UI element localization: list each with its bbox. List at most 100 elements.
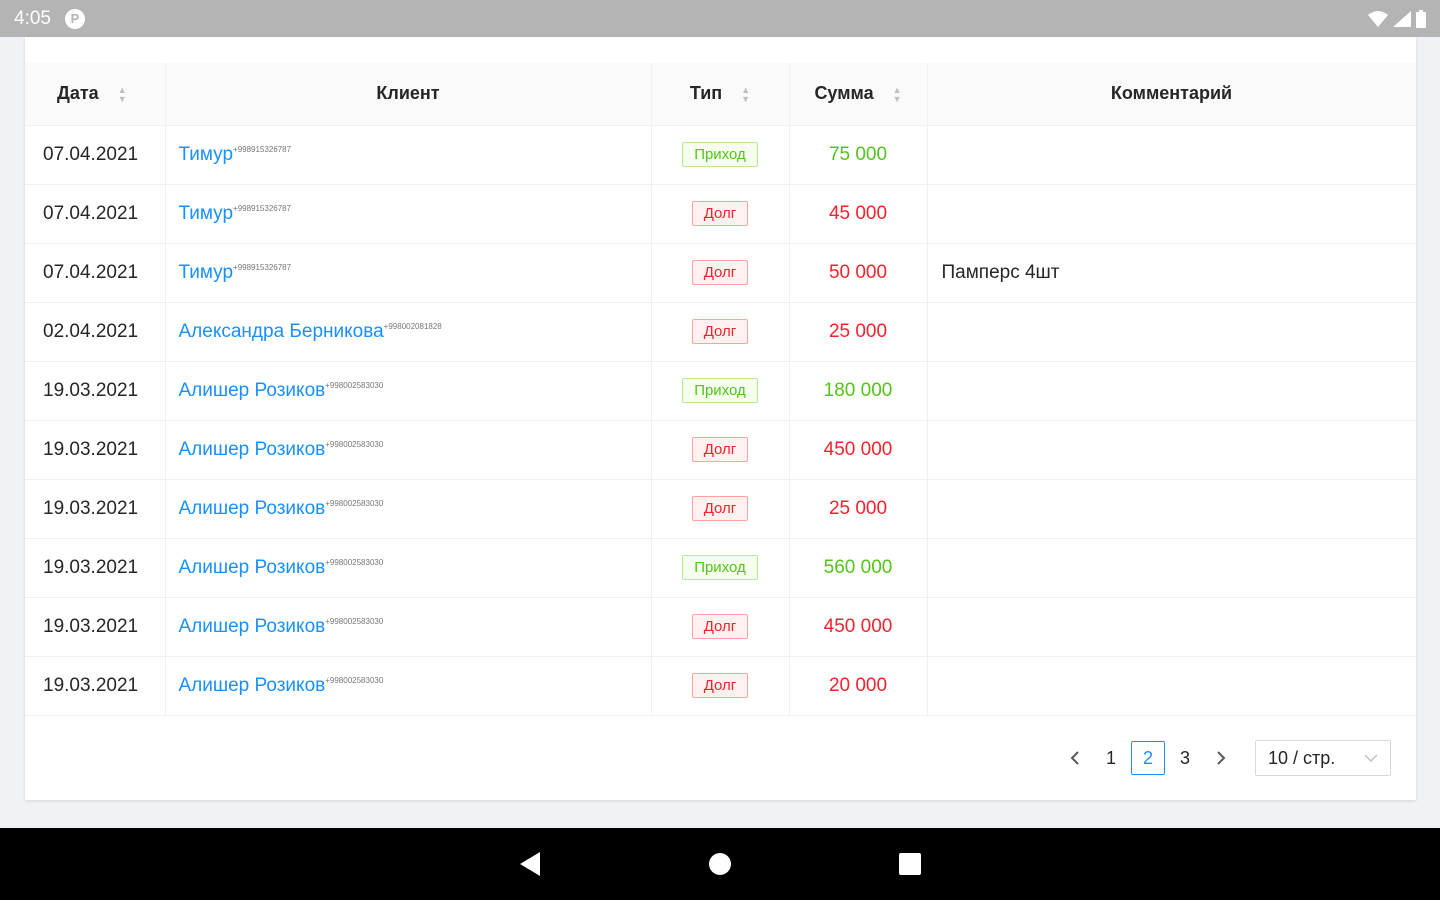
cell-date: 07.04.2021 xyxy=(25,243,165,303)
client-link[interactable]: Алишер Розиков xyxy=(179,616,326,637)
cell-client: Тимур+998915326787 xyxy=(164,125,651,185)
cell-comment xyxy=(926,656,1416,716)
client-link[interactable]: Тимур xyxy=(179,262,234,283)
table-row: 19.03.2021 Алишер Розиков+998002583030 Дол… xyxy=(25,597,1416,657)
transactions-table-wrapper: Дата ▲ ▼ Клиент Тип ▲ ▼ Сумма ▲ ▼ Коммен… xyxy=(25,63,1416,716)
cell-sum: 20 000 xyxy=(788,656,927,716)
transactions-card: Дата ▲ ▼ Клиент Тип ▲ ▼ Сумма ▲ ▼ Коммен… xyxy=(25,37,1416,800)
back-button[interactable] xyxy=(510,844,550,884)
app-notification-icon: P xyxy=(64,8,85,29)
table-row: 02.04.2021 Александра Берникова+998002081… xyxy=(25,302,1416,362)
pagination-page-3[interactable]: 3 xyxy=(1169,741,1201,775)
cell-date: 07.04.2021 xyxy=(25,184,165,244)
cell-comment xyxy=(926,125,1416,185)
home-button[interactable] xyxy=(700,844,740,884)
client-phone: +998002583030 xyxy=(325,439,384,449)
table-row: 19.03.2021 Алишер Розиков+998002583030 Дол… xyxy=(25,479,1416,539)
table-row: 07.04.2021 Тимур+998915326787 Долг 45 000 xyxy=(25,184,1416,244)
client-link[interactable]: Алишер Розиков xyxy=(179,498,326,519)
cell-comment xyxy=(926,302,1416,362)
pagination-prev-button[interactable] xyxy=(1059,741,1091,775)
column-header-date[interactable]: Дата ▲ ▼ xyxy=(25,63,165,126)
chevron-left-icon xyxy=(1070,751,1079,765)
cell-type: Долг xyxy=(650,597,789,657)
cell-client: Тимур+998915326787 xyxy=(164,184,651,244)
cell-date: 19.03.2021 xyxy=(25,597,165,657)
cell-sum: 25 000 xyxy=(788,479,927,539)
cell-date: 19.03.2021 xyxy=(25,361,165,421)
type-tag: Приход xyxy=(682,555,758,580)
type-tag: Долг xyxy=(691,319,749,344)
chevron-down-icon xyxy=(1364,754,1378,763)
cell-comment xyxy=(926,538,1416,598)
column-header-label: Дата xyxy=(57,83,99,104)
page-size-select[interactable]: 10 / стр. xyxy=(1255,740,1391,776)
pagination-page-1[interactable]: 1 xyxy=(1095,741,1127,775)
cell-client: Алишер Розиков+998002583030 xyxy=(164,538,651,598)
cell-sum: 50 000 xyxy=(788,243,927,303)
column-header-label: Сумма xyxy=(814,83,874,104)
client-phone: +998002081828 xyxy=(383,321,442,331)
client-phone: +998002583030 xyxy=(325,675,384,685)
client-link[interactable]: Алишер Розиков xyxy=(179,380,326,401)
type-tag: Долг xyxy=(691,201,749,226)
cell-type: Долг xyxy=(650,243,789,303)
type-tag: Долг xyxy=(691,614,749,639)
column-header-type[interactable]: Тип ▲ ▼ xyxy=(651,63,789,126)
cell-type: Долг xyxy=(650,184,789,244)
recents-square-icon xyxy=(899,853,921,875)
back-triangle-icon xyxy=(520,852,540,876)
type-tag: Долг xyxy=(691,673,749,698)
cell-type: Долг xyxy=(650,420,789,480)
cell-date: 02.04.2021 xyxy=(25,302,165,362)
column-header-label: Клиент xyxy=(376,83,440,104)
cell-sum: 450 000 xyxy=(788,597,927,657)
status-time: 4:05 xyxy=(14,7,51,29)
type-tag: Долг xyxy=(691,496,749,521)
client-link[interactable]: Александра Берникова xyxy=(179,321,384,342)
table-row: 07.04.2021 Тимур+998915326787 Приход 75 000 xyxy=(25,125,1416,185)
cell-comment xyxy=(926,420,1416,480)
cell-comment xyxy=(926,184,1416,244)
client-phone: +998002583030 xyxy=(325,498,384,508)
cell-comment xyxy=(926,597,1416,657)
chevron-right-icon xyxy=(1217,751,1226,765)
client-phone: +998915326787 xyxy=(233,203,292,213)
client-link[interactable]: Алишер Розиков xyxy=(179,439,326,460)
sort-icon[interactable]: ▲ ▼ xyxy=(741,86,750,104)
cell-sum: 75 000 xyxy=(788,125,927,185)
client-phone: +998915326787 xyxy=(233,144,292,154)
cell-comment xyxy=(926,479,1416,539)
pagination-next-button[interactable] xyxy=(1205,741,1237,775)
client-phone: +998915326787 xyxy=(233,262,292,272)
client-link[interactable]: Тимур xyxy=(179,144,234,165)
cell-type: Долг xyxy=(650,479,789,539)
sort-icon[interactable]: ▲ ▼ xyxy=(118,86,127,104)
transactions-table: Дата ▲ ▼ Клиент Тип ▲ ▼ Сумма ▲ ▼ Коммен… xyxy=(25,63,1416,716)
cell-type: Приход xyxy=(650,361,789,421)
client-phone: +998002583030 xyxy=(325,557,384,567)
system-navigation-bar xyxy=(0,828,1440,900)
type-tag: Приход xyxy=(682,142,758,167)
client-link[interactable]: Алишер Розиков xyxy=(179,557,326,578)
cell-client: Алишер Розиков+998002583030 xyxy=(164,420,651,480)
client-link[interactable]: Тимур xyxy=(179,203,234,224)
cell-client: Тимур+998915326787 xyxy=(164,243,651,303)
column-header-sum[interactable]: Сумма ▲ ▼ xyxy=(789,63,927,126)
pagination: 1 2 3 10 / стр. xyxy=(1059,740,1391,776)
pagination-page-2[interactable]: 2 xyxy=(1131,741,1165,775)
status-bar: 4:05 P xyxy=(0,0,1440,37)
sort-icon[interactable]: ▲ ▼ xyxy=(893,86,902,104)
cell-sum: 25 000 xyxy=(788,302,927,362)
cell-type: Долг xyxy=(650,656,789,716)
client-link[interactable]: Алишер Розиков xyxy=(179,675,326,696)
table-row: 19.03.2021 Алишер Розиков+998002583030 Дол… xyxy=(25,420,1416,480)
cell-client: Алишер Розиков+998002583030 xyxy=(164,656,651,716)
client-phone: +998002583030 xyxy=(325,380,384,390)
recents-button[interactable] xyxy=(890,844,930,884)
cell-sum: 560 000 xyxy=(788,538,927,598)
table-body: 07.04.2021 Тимур+998915326787 Приход 75 000… xyxy=(25,125,1416,716)
wifi-icon xyxy=(1368,10,1388,27)
cell-client: Александра Берникова+998002081828 xyxy=(164,302,651,362)
home-circle-icon xyxy=(709,853,731,875)
